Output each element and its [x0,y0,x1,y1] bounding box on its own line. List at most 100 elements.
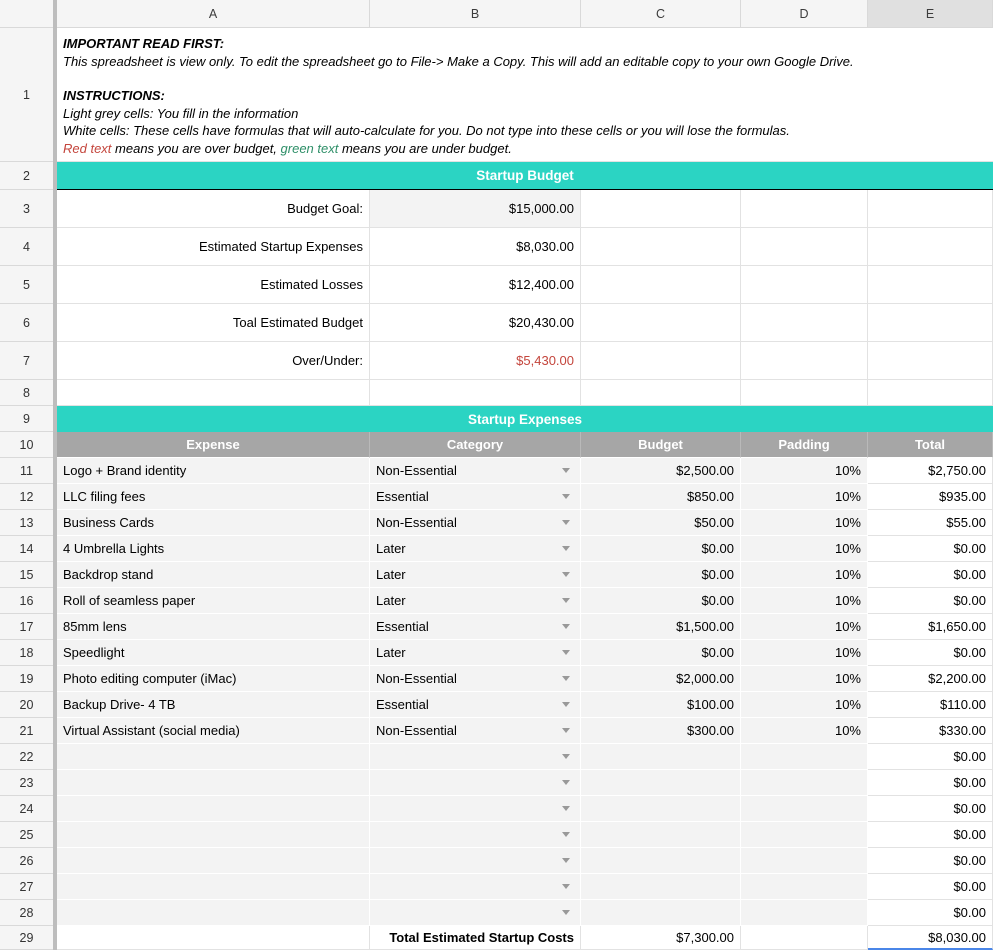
dropdown-arrow-icon[interactable] [562,884,570,889]
dropdown-arrow-icon[interactable] [562,650,570,655]
row-number[interactable]: 16 [0,588,53,614]
header-budget[interactable]: Budget [581,432,741,458]
total-cell[interactable]: $0.00 [868,562,993,588]
category-dropdown-cell[interactable]: Essential [370,614,581,640]
padding-cell[interactable]: 10% [741,588,868,614]
budget-cell[interactable]: $100.00 [581,692,741,718]
expense-name-cell[interactable]: 4 Umbrella Lights [57,536,370,562]
empty-cell[interactable] [57,926,370,950]
total-cell[interactable]: $0.00 [868,848,993,874]
dropdown-arrow-icon[interactable] [562,754,570,759]
category-dropdown-cell[interactable]: Essential [370,484,581,510]
dropdown-arrow-icon[interactable] [562,598,570,603]
dropdown-arrow-icon[interactable] [562,546,570,551]
empty-cell[interactable] [741,190,868,228]
summary-label-cell[interactable]: Estimated Startup Expenses [57,228,370,266]
grand-total-cell[interactable]: $8,030.00 [868,926,993,950]
header-expense[interactable]: Expense [57,432,370,458]
total-cell[interactable]: $0.00 [868,770,993,796]
empty-cell[interactable] [868,380,993,406]
row-number[interactable]: 22 [0,744,53,770]
padding-cell[interactable] [741,900,868,926]
empty-cell[interactable] [581,228,741,266]
total-cell[interactable]: $0.00 [868,536,993,562]
budget-cell[interactable]: $0.00 [581,562,741,588]
budget-cell[interactable]: $300.00 [581,718,741,744]
expense-name-cell[interactable]: LLC filing fees [57,484,370,510]
category-dropdown-cell[interactable]: Later [370,588,581,614]
expense-name-cell[interactable] [57,848,370,874]
dropdown-arrow-icon[interactable] [562,780,570,785]
select-all-corner[interactable] [0,0,53,28]
dropdown-arrow-icon[interactable] [562,910,570,915]
row-number[interactable]: 5 [0,266,53,304]
expenses-section-title[interactable]: Startup Expenses [57,406,993,432]
expense-name-cell[interactable]: Backup Drive- 4 TB [57,692,370,718]
dropdown-arrow-icon[interactable] [562,858,570,863]
row-number[interactable]: 28 [0,900,53,926]
empty-cell[interactable] [370,380,581,406]
padding-cell[interactable]: 10% [741,510,868,536]
row-number[interactable]: 10 [0,432,53,458]
empty-cell[interactable] [741,926,868,950]
budget-cell[interactable] [581,744,741,770]
row-number[interactable]: 3 [0,190,53,228]
row-number[interactable]: 7 [0,342,53,380]
category-dropdown-cell[interactable] [370,848,581,874]
budget-cell[interactable] [581,900,741,926]
category-dropdown-cell[interactable]: Later [370,562,581,588]
row-number[interactable]: 25 [0,822,53,848]
category-dropdown-cell[interactable] [370,744,581,770]
total-cell[interactable]: $0.00 [868,588,993,614]
padding-cell[interactable]: 10% [741,718,868,744]
category-dropdown-cell[interactable] [370,900,581,926]
empty-cell[interactable] [581,380,741,406]
category-dropdown-cell[interactable]: Non-Essential [370,510,581,536]
category-dropdown-cell[interactable] [370,874,581,900]
category-dropdown-cell[interactable]: Non-Essential [370,666,581,692]
empty-cell[interactable] [868,342,993,380]
empty-cell[interactable] [581,266,741,304]
row-number[interactable]: 9 [0,406,53,432]
expense-name-cell[interactable] [57,744,370,770]
padding-cell[interactable]: 10% [741,614,868,640]
total-cell[interactable]: $2,200.00 [868,666,993,692]
expense-name-cell[interactable] [57,770,370,796]
category-dropdown-cell[interactable]: Non-Essential [370,718,581,744]
budget-cell[interactable]: $50.00 [581,510,741,536]
total-cell[interactable]: $1,650.00 [868,614,993,640]
total-cell[interactable]: $110.00 [868,692,993,718]
dropdown-arrow-icon[interactable] [562,624,570,629]
category-dropdown-cell[interactable] [370,822,581,848]
summary-value-cell[interactable]: $8,030.00 [370,228,581,266]
header-padding[interactable]: Padding [741,432,868,458]
row-number[interactable]: 17 [0,614,53,640]
empty-cell[interactable] [868,266,993,304]
padding-cell[interactable]: 10% [741,640,868,666]
summary-value-cell[interactable]: $20,430.00 [370,304,581,342]
empty-cell[interactable] [868,304,993,342]
row-number[interactable]: 2 [0,162,53,190]
dropdown-arrow-icon[interactable] [562,702,570,707]
padding-cell[interactable]: 10% [741,484,868,510]
budget-cell[interactable]: $2,500.00 [581,458,741,484]
column-header-D[interactable]: D [741,0,868,28]
padding-cell[interactable] [741,822,868,848]
row-number[interactable]: 1 [0,28,53,162]
summary-label-cell[interactable]: Budget Goal: [57,190,370,228]
summary-value-cell[interactable]: $15,000.00 [370,190,581,228]
empty-cell[interactable] [868,190,993,228]
dropdown-arrow-icon[interactable] [562,728,570,733]
padding-cell[interactable] [741,874,868,900]
column-header-A[interactable]: A [57,0,370,28]
budget-cell[interactable] [581,822,741,848]
total-cell[interactable]: $0.00 [868,822,993,848]
summary-label-cell[interactable]: Toal Estimated Budget [57,304,370,342]
row-number[interactable]: 26 [0,848,53,874]
expense-name-cell[interactable] [57,900,370,926]
dropdown-arrow-icon[interactable] [562,806,570,811]
expense-name-cell[interactable]: Business Cards [57,510,370,536]
padding-cell[interactable]: 10% [741,562,868,588]
empty-cell[interactable] [741,342,868,380]
row-number[interactable]: 21 [0,718,53,744]
